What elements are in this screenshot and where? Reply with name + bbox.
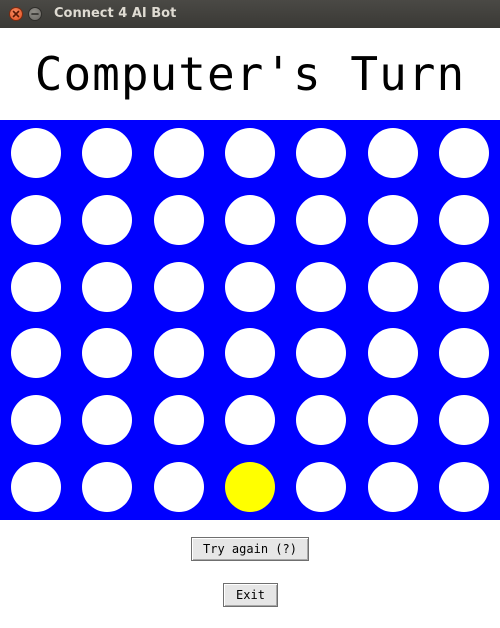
board-slot-empty[interactable] <box>439 395 489 445</box>
board-slot-empty[interactable] <box>154 328 204 378</box>
board-slot-empty[interactable] <box>11 128 61 178</box>
try-again-button[interactable]: Try again (?) <box>191 537 309 561</box>
minimize-icon[interactable] <box>28 7 42 21</box>
board-slot-empty[interactable] <box>439 462 489 512</box>
board-slot-empty[interactable] <box>82 128 132 178</box>
board-slot-empty[interactable] <box>11 328 61 378</box>
board-slot-empty[interactable] <box>154 462 204 512</box>
turn-status: Computer's Turn <box>34 47 466 101</box>
board-slot-empty[interactable] <box>439 262 489 312</box>
board-slot-empty[interactable] <box>225 328 275 378</box>
board-slot-empty[interactable] <box>368 395 418 445</box>
board-slot-empty[interactable] <box>154 128 204 178</box>
game-board <box>0 120 500 520</box>
board-slot-empty[interactable] <box>225 128 275 178</box>
board-slot-empty[interactable] <box>82 395 132 445</box>
board-slot-empty[interactable] <box>439 328 489 378</box>
title-bar: Connect 4 AI Bot <box>0 0 500 28</box>
board-slot-yellow-disc[interactable] <box>225 462 275 512</box>
app-window: Connect 4 AI Bot Computer's Turn Try aga… <box>0 0 500 628</box>
board-slot-empty[interactable] <box>368 462 418 512</box>
board-slot-empty[interactable] <box>225 395 275 445</box>
board-slot-empty[interactable] <box>296 262 346 312</box>
board-slot-empty[interactable] <box>225 262 275 312</box>
board-slot-empty[interactable] <box>368 262 418 312</box>
board-slot-empty[interactable] <box>11 195 61 245</box>
exit-button[interactable]: Exit <box>223 583 278 607</box>
board-slot-empty[interactable] <box>154 262 204 312</box>
board-slot-empty[interactable] <box>82 328 132 378</box>
board-slot-empty[interactable] <box>82 462 132 512</box>
board-slot-empty[interactable] <box>296 195 346 245</box>
window-title: Connect 4 AI Bot <box>54 6 177 21</box>
board-slot-empty[interactable] <box>439 195 489 245</box>
board-slot-empty[interactable] <box>296 128 346 178</box>
board-slot-empty[interactable] <box>368 328 418 378</box>
board-slot-empty[interactable] <box>296 462 346 512</box>
board-slot-empty[interactable] <box>154 395 204 445</box>
board-slot-empty[interactable] <box>11 462 61 512</box>
board-slot-empty[interactable] <box>439 128 489 178</box>
board-slot-empty[interactable] <box>296 395 346 445</box>
board-slot-empty[interactable] <box>11 395 61 445</box>
board-slot-empty[interactable] <box>82 195 132 245</box>
board-slot-empty[interactable] <box>11 262 61 312</box>
close-icon[interactable] <box>9 7 23 21</box>
board-slot-empty[interactable] <box>368 128 418 178</box>
board-slot-empty[interactable] <box>154 195 204 245</box>
board-slot-empty[interactable] <box>225 195 275 245</box>
board-slot-empty[interactable] <box>82 262 132 312</box>
board-slot-empty[interactable] <box>368 195 418 245</box>
board-slot-empty[interactable] <box>296 328 346 378</box>
